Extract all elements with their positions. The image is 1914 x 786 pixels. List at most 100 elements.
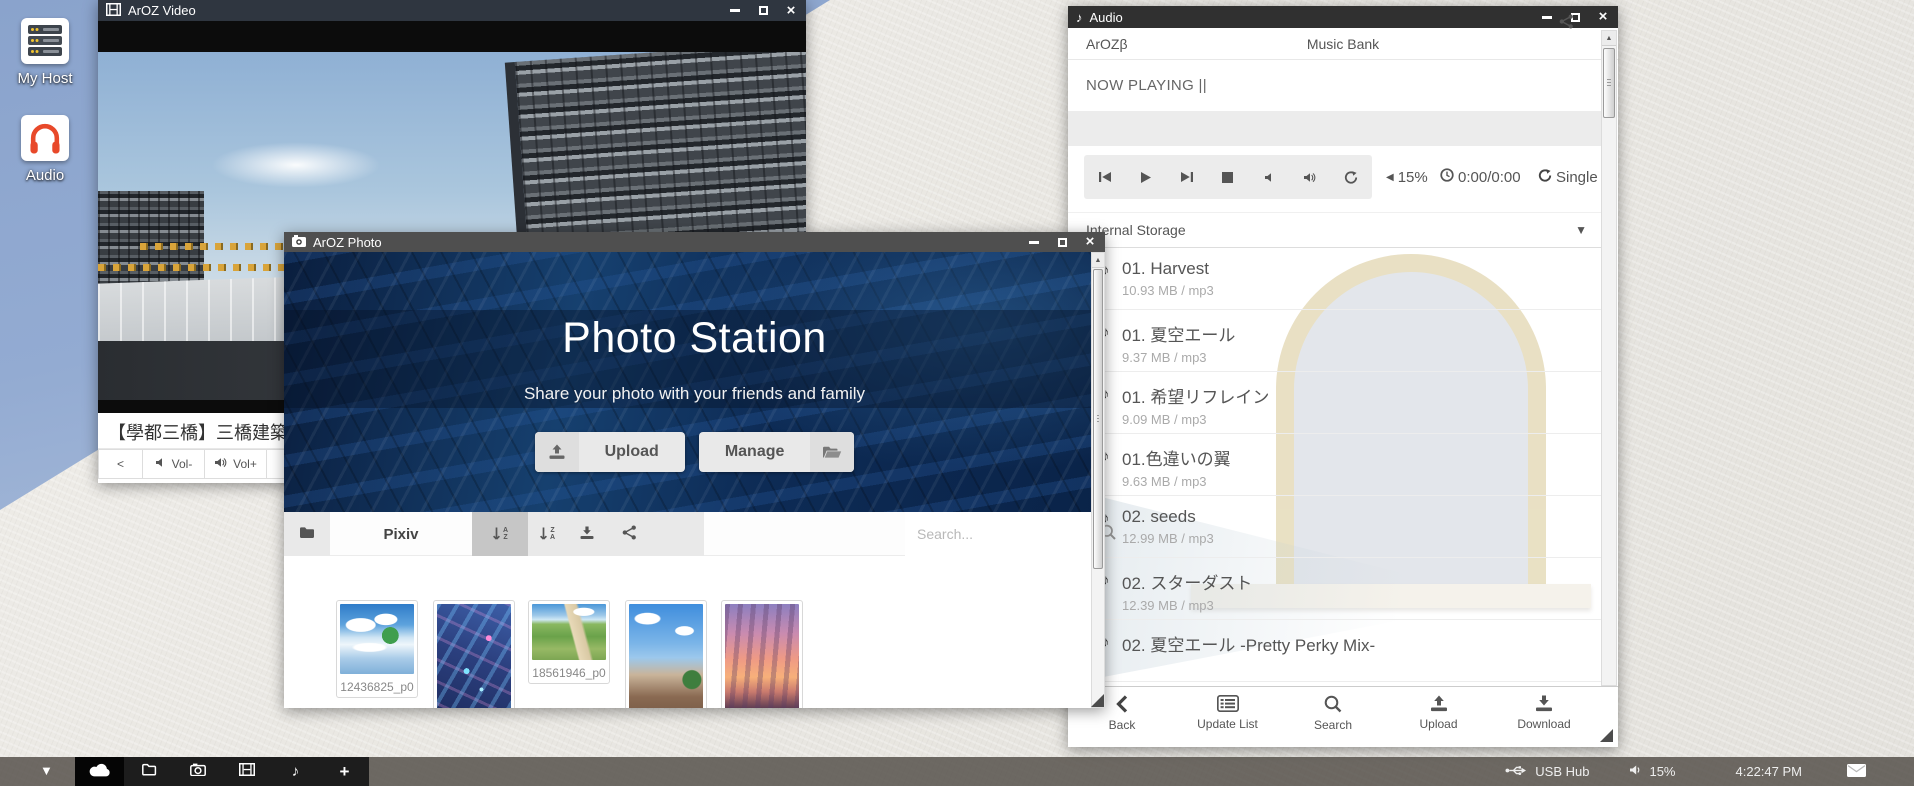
folder-button[interactable] xyxy=(284,512,330,556)
scrollbar-grip xyxy=(1097,415,1099,423)
maximize-icon[interactable] xyxy=(756,4,770,18)
repeat-icon xyxy=(1538,169,1552,186)
sort-asc-button[interactable]: AZ xyxy=(472,512,528,556)
back-icon xyxy=(1116,695,1128,713)
taskbar-app-group: ♪ + xyxy=(75,757,369,786)
volume-up-button[interactable] xyxy=(1290,155,1331,199)
page-title: Photo Station xyxy=(284,314,1105,363)
audio-titlebar[interactable]: ♪ Audio × xyxy=(1068,6,1618,28)
download-icon xyxy=(1534,695,1554,712)
scrollbar[interactable]: ▲ xyxy=(1091,252,1105,708)
time-indicator: 0:00/0:00 xyxy=(1440,146,1521,208)
track-row[interactable]: ♪ 01. 希望リフレイン 9.09 MB / mp3 xyxy=(1068,372,1601,434)
minimize-icon[interactable] xyxy=(1540,10,1554,24)
share-button[interactable] xyxy=(608,512,650,556)
storage-select[interactable]: Internal Storage ▼ xyxy=(1068,212,1601,248)
manage-button[interactable]: Manage xyxy=(699,432,855,472)
caret-down-icon: ▼ xyxy=(1575,223,1587,237)
sort-desc-icon: ZA xyxy=(550,527,555,541)
hero-banner: Photo Station Share your photo with your… xyxy=(284,252,1105,512)
photo-titlebar[interactable]: ArOZ Photo × xyxy=(284,232,1105,252)
film-icon xyxy=(106,3,121,19)
taskbar-item-files[interactable] xyxy=(124,757,173,786)
previous-button[interactable] xyxy=(1084,155,1125,199)
progress-bar[interactable] xyxy=(1068,112,1601,146)
photo-card[interactable] xyxy=(433,600,515,708)
usb-icon xyxy=(1505,764,1527,779)
back-button[interactable]: < xyxy=(98,449,143,479)
search-button[interactable]: Search xyxy=(1285,695,1381,747)
resize-handle[interactable] xyxy=(1091,694,1104,707)
next-button[interactable] xyxy=(1166,155,1207,199)
close-icon[interactable]: × xyxy=(1596,10,1610,24)
taskbar-item-video[interactable] xyxy=(222,757,271,786)
play-button[interactable] xyxy=(1125,155,1166,199)
resize-handle[interactable] xyxy=(1600,729,1613,742)
download-button[interactable]: Download xyxy=(1496,695,1592,747)
photo-card[interactable]: 18561946_p0 xyxy=(528,600,610,684)
album-name[interactable]: Pixiv xyxy=(330,512,472,556)
desktop-icon-label: My Host xyxy=(13,70,77,87)
toolbar-button-group: AZ ZA xyxy=(472,512,704,556)
minimize-icon[interactable] xyxy=(1027,235,1041,249)
search-box xyxy=(905,512,1091,556)
music-note-icon: ♪ xyxy=(1076,10,1083,25)
search-icon xyxy=(1324,695,1342,713)
taskbar-item-music[interactable]: ♪ xyxy=(271,757,320,786)
folder-icon xyxy=(141,763,157,780)
sort-desc-button[interactable]: ZA xyxy=(528,512,566,556)
camera-icon xyxy=(190,763,206,780)
desktop-icon-audio[interactable]: Audio xyxy=(13,115,77,184)
scrollbar-thumb[interactable] xyxy=(1603,48,1615,118)
taskbar-item-photo[interactable] xyxy=(173,757,222,786)
upload-button[interactable]: Upload xyxy=(535,432,685,472)
audio-header: ArOZβ Music Bank xyxy=(1068,28,1618,60)
video-titlebar[interactable]: ArOZ Video × xyxy=(98,0,806,21)
speaker-icon: ◀ xyxy=(1386,172,1394,183)
minimize-icon[interactable] xyxy=(728,4,742,18)
volume-up-button[interactable]: Vol+ xyxy=(205,449,267,479)
taskbar-item-add[interactable]: + xyxy=(320,757,369,786)
taskbar-item-cloud[interactable] xyxy=(75,757,124,786)
scrollbar-grip xyxy=(1607,79,1611,87)
scrollbar-thumb[interactable] xyxy=(1093,269,1103,569)
usb-tray-item[interactable]: USB Hub xyxy=(1505,764,1589,779)
track-row[interactable]: ♪ 01.色違いの翼 9.63 MB / mp3 xyxy=(1068,434,1601,496)
photo-card[interactable] xyxy=(625,600,707,708)
chevron-down-icon[interactable]: ▼ xyxy=(40,763,53,778)
upload-icon xyxy=(535,432,579,472)
scrollbar[interactable]: ▲ xyxy=(1601,30,1617,686)
repeat-icon[interactable] xyxy=(1331,155,1372,199)
track-row[interactable]: ♪ 01. 夏空エール 9.37 MB / mp3 xyxy=(1068,310,1601,372)
sort-asc-icon: AZ xyxy=(503,527,508,541)
scroll-up-button[interactable]: ▲ xyxy=(1602,31,1616,46)
share-icon[interactable] xyxy=(1559,14,1574,34)
loop-mode[interactable]: Single xyxy=(1538,146,1598,208)
search-input[interactable] xyxy=(905,525,1100,543)
volume-down-button[interactable] xyxy=(1249,155,1290,199)
photo-card[interactable] xyxy=(721,600,803,708)
cloud xyxy=(211,142,381,188)
download-icon xyxy=(579,526,595,543)
track-row[interactable]: ♪ 01. Harvest 10.93 MB / mp3 xyxy=(1068,248,1601,310)
download-button[interactable] xyxy=(566,512,608,556)
photo-card[interactable]: 12436825_p0 xyxy=(336,600,418,698)
maximize-icon[interactable] xyxy=(1055,235,1069,249)
volume-up-icon xyxy=(214,457,227,471)
close-icon[interactable]: × xyxy=(784,4,798,18)
music-note-icon: ♪ xyxy=(292,763,300,780)
update-list-button[interactable]: Update List xyxy=(1180,695,1276,747)
scroll-up-button[interactable]: ▲ xyxy=(1092,253,1104,268)
close-icon[interactable]: × xyxy=(1083,235,1097,249)
track-row[interactable]: ♪ 02. 夏空エール -Pretty Perky Mix- xyxy=(1068,620,1601,682)
volume-down-button[interactable]: Vol- xyxy=(143,449,205,479)
messages-tray-item[interactable] xyxy=(1847,764,1866,780)
photo-toolbar: Pixiv AZ ZA xyxy=(284,512,1105,556)
page-title: Music Bank xyxy=(1068,36,1618,52)
upload-button[interactable]: Upload xyxy=(1391,695,1487,747)
desktop-icon-my-host[interactable]: My Host xyxy=(13,18,77,87)
track-row[interactable]: ♪ 02. スターダスト 12.39 MB / mp3 xyxy=(1068,558,1601,620)
volume-tray-item[interactable]: 15% xyxy=(1629,764,1675,779)
track-row[interactable]: ♪ 02. seeds 12.99 MB / mp3 xyxy=(1068,496,1601,558)
stop-button[interactable] xyxy=(1207,155,1248,199)
